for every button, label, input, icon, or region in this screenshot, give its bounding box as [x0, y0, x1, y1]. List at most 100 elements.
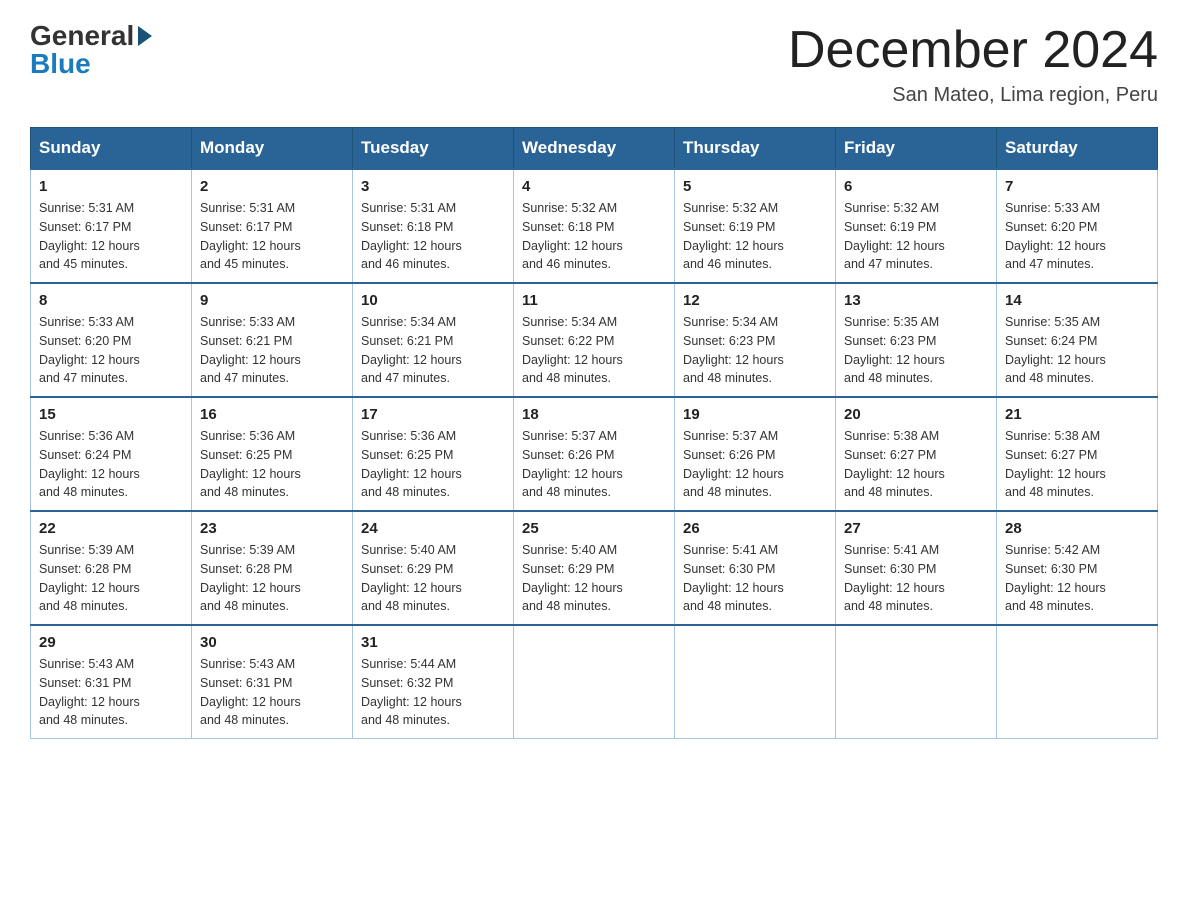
day-info: Sunrise: 5:43 AMSunset: 6:31 PMDaylight:… [39, 657, 140, 727]
day-info: Sunrise: 5:41 AMSunset: 6:30 PMDaylight:… [683, 543, 784, 613]
day-of-week-header: Wednesday [514, 128, 675, 170]
calendar-cell: 3 Sunrise: 5:31 AMSunset: 6:18 PMDayligh… [353, 169, 514, 283]
day-number: 30 [200, 634, 344, 651]
calendar-week-row: 29 Sunrise: 5:43 AMSunset: 6:31 PMDaylig… [31, 625, 1158, 739]
calendar-cell: 30 Sunrise: 5:43 AMSunset: 6:31 PMDaylig… [192, 625, 353, 739]
day-of-week-header: Sunday [31, 128, 192, 170]
day-info: Sunrise: 5:40 AMSunset: 6:29 PMDaylight:… [522, 543, 623, 613]
location-subtitle: San Mateo, Lima region, Peru [788, 84, 1158, 107]
calendar-cell: 6 Sunrise: 5:32 AMSunset: 6:19 PMDayligh… [836, 169, 997, 283]
logo: General Blue [30, 20, 152, 80]
day-number: 1 [39, 178, 183, 195]
calendar-cell: 16 Sunrise: 5:36 AMSunset: 6:25 PMDaylig… [192, 397, 353, 511]
calendar-cell: 12 Sunrise: 5:34 AMSunset: 6:23 PMDaylig… [675, 283, 836, 397]
calendar-cell: 4 Sunrise: 5:32 AMSunset: 6:18 PMDayligh… [514, 169, 675, 283]
calendar-cell: 27 Sunrise: 5:41 AMSunset: 6:30 PMDaylig… [836, 511, 997, 625]
day-info: Sunrise: 5:36 AMSunset: 6:25 PMDaylight:… [361, 429, 462, 499]
day-number: 14 [1005, 292, 1149, 309]
calendar-cell: 23 Sunrise: 5:39 AMSunset: 6:28 PMDaylig… [192, 511, 353, 625]
day-of-week-header: Thursday [675, 128, 836, 170]
day-number: 3 [361, 178, 505, 195]
day-number: 4 [522, 178, 666, 195]
calendar-cell: 7 Sunrise: 5:33 AMSunset: 6:20 PMDayligh… [997, 169, 1158, 283]
day-info: Sunrise: 5:34 AMSunset: 6:22 PMDaylight:… [522, 315, 623, 385]
day-info: Sunrise: 5:32 AMSunset: 6:19 PMDaylight:… [844, 201, 945, 271]
page-header: General Blue December 2024 San Mateo, Li… [30, 20, 1158, 107]
days-of-week-row: SundayMondayTuesdayWednesdayThursdayFrid… [31, 128, 1158, 170]
day-of-week-header: Tuesday [353, 128, 514, 170]
day-of-week-header: Saturday [997, 128, 1158, 170]
day-of-week-header: Friday [836, 128, 997, 170]
day-info: Sunrise: 5:33 AMSunset: 6:20 PMDaylight:… [1005, 201, 1106, 271]
day-number: 22 [39, 520, 183, 537]
day-info: Sunrise: 5:33 AMSunset: 6:21 PMDaylight:… [200, 315, 301, 385]
calendar-cell [836, 625, 997, 739]
calendar-cell: 26 Sunrise: 5:41 AMSunset: 6:30 PMDaylig… [675, 511, 836, 625]
calendar-cell: 20 Sunrise: 5:38 AMSunset: 6:27 PMDaylig… [836, 397, 997, 511]
day-info: Sunrise: 5:35 AMSunset: 6:24 PMDaylight:… [1005, 315, 1106, 385]
calendar-cell: 25 Sunrise: 5:40 AMSunset: 6:29 PMDaylig… [514, 511, 675, 625]
day-number: 26 [683, 520, 827, 537]
day-number: 19 [683, 406, 827, 423]
day-number: 9 [200, 292, 344, 309]
calendar-cell: 22 Sunrise: 5:39 AMSunset: 6:28 PMDaylig… [31, 511, 192, 625]
day-info: Sunrise: 5:36 AMSunset: 6:25 PMDaylight:… [200, 429, 301, 499]
calendar-cell: 21 Sunrise: 5:38 AMSunset: 6:27 PMDaylig… [997, 397, 1158, 511]
day-info: Sunrise: 5:41 AMSunset: 6:30 PMDaylight:… [844, 543, 945, 613]
day-number: 18 [522, 406, 666, 423]
calendar-week-row: 15 Sunrise: 5:36 AMSunset: 6:24 PMDaylig… [31, 397, 1158, 511]
calendar-cell: 1 Sunrise: 5:31 AMSunset: 6:17 PMDayligh… [31, 169, 192, 283]
calendar-cell [514, 625, 675, 739]
calendar-header: SundayMondayTuesdayWednesdayThursdayFrid… [31, 128, 1158, 170]
day-number: 12 [683, 292, 827, 309]
day-info: Sunrise: 5:37 AMSunset: 6:26 PMDaylight:… [683, 429, 784, 499]
day-info: Sunrise: 5:44 AMSunset: 6:32 PMDaylight:… [361, 657, 462, 727]
day-number: 15 [39, 406, 183, 423]
day-of-week-header: Monday [192, 128, 353, 170]
day-number: 27 [844, 520, 988, 537]
calendar-cell: 28 Sunrise: 5:42 AMSunset: 6:30 PMDaylig… [997, 511, 1158, 625]
calendar-cell: 9 Sunrise: 5:33 AMSunset: 6:21 PMDayligh… [192, 283, 353, 397]
calendar-cell: 8 Sunrise: 5:33 AMSunset: 6:20 PMDayligh… [31, 283, 192, 397]
day-info: Sunrise: 5:39 AMSunset: 6:28 PMDaylight:… [200, 543, 301, 613]
calendar-cell: 5 Sunrise: 5:32 AMSunset: 6:19 PMDayligh… [675, 169, 836, 283]
calendar-cell: 24 Sunrise: 5:40 AMSunset: 6:29 PMDaylig… [353, 511, 514, 625]
day-info: Sunrise: 5:31 AMSunset: 6:18 PMDaylight:… [361, 201, 462, 271]
day-info: Sunrise: 5:39 AMSunset: 6:28 PMDaylight:… [39, 543, 140, 613]
day-number: 13 [844, 292, 988, 309]
day-number: 2 [200, 178, 344, 195]
day-info: Sunrise: 5:34 AMSunset: 6:23 PMDaylight:… [683, 315, 784, 385]
day-number: 5 [683, 178, 827, 195]
day-number: 25 [522, 520, 666, 537]
day-number: 24 [361, 520, 505, 537]
calendar-cell: 31 Sunrise: 5:44 AMSunset: 6:32 PMDaylig… [353, 625, 514, 739]
calendar-table: SundayMondayTuesdayWednesdayThursdayFrid… [30, 127, 1158, 739]
day-info: Sunrise: 5:37 AMSunset: 6:26 PMDaylight:… [522, 429, 623, 499]
day-number: 29 [39, 634, 183, 651]
day-number: 8 [39, 292, 183, 309]
day-number: 20 [844, 406, 988, 423]
day-info: Sunrise: 5:42 AMSunset: 6:30 PMDaylight:… [1005, 543, 1106, 613]
calendar-cell: 17 Sunrise: 5:36 AMSunset: 6:25 PMDaylig… [353, 397, 514, 511]
calendar-cell: 29 Sunrise: 5:43 AMSunset: 6:31 PMDaylig… [31, 625, 192, 739]
day-info: Sunrise: 5:35 AMSunset: 6:23 PMDaylight:… [844, 315, 945, 385]
day-number: 16 [200, 406, 344, 423]
calendar-cell: 11 Sunrise: 5:34 AMSunset: 6:22 PMDaylig… [514, 283, 675, 397]
day-info: Sunrise: 5:38 AMSunset: 6:27 PMDaylight:… [1005, 429, 1106, 499]
calendar-cell: 18 Sunrise: 5:37 AMSunset: 6:26 PMDaylig… [514, 397, 675, 511]
calendar-cell [675, 625, 836, 739]
calendar-body: 1 Sunrise: 5:31 AMSunset: 6:17 PMDayligh… [31, 169, 1158, 739]
day-number: 28 [1005, 520, 1149, 537]
title-block: December 2024 San Mateo, Lima region, Pe… [788, 20, 1158, 107]
calendar-cell: 10 Sunrise: 5:34 AMSunset: 6:21 PMDaylig… [353, 283, 514, 397]
calendar-cell: 13 Sunrise: 5:35 AMSunset: 6:23 PMDaylig… [836, 283, 997, 397]
logo-arrow-icon [138, 26, 152, 46]
day-info: Sunrise: 5:33 AMSunset: 6:20 PMDaylight:… [39, 315, 140, 385]
logo-blue-text: Blue [30, 48, 91, 80]
day-info: Sunrise: 5:31 AMSunset: 6:17 PMDaylight:… [39, 201, 140, 271]
calendar-week-row: 22 Sunrise: 5:39 AMSunset: 6:28 PMDaylig… [31, 511, 1158, 625]
day-number: 31 [361, 634, 505, 651]
day-info: Sunrise: 5:34 AMSunset: 6:21 PMDaylight:… [361, 315, 462, 385]
calendar-week-row: 8 Sunrise: 5:33 AMSunset: 6:20 PMDayligh… [31, 283, 1158, 397]
calendar-cell: 19 Sunrise: 5:37 AMSunset: 6:26 PMDaylig… [675, 397, 836, 511]
